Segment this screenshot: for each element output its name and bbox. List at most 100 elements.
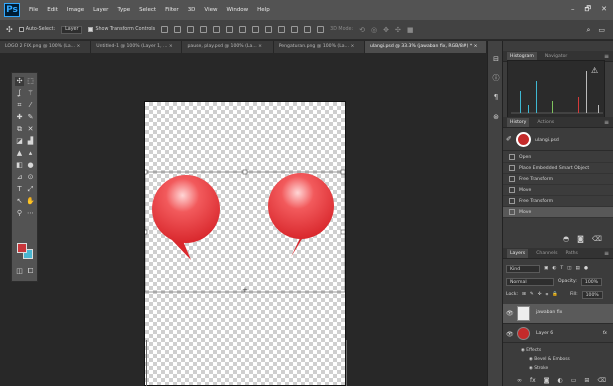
- menu-image[interactable]: Image: [67, 7, 84, 13]
- visibility-eye-icon[interactable]: 👁: [506, 310, 514, 317]
- lasso-tool-icon[interactable]: ʆ: [15, 89, 24, 98]
- effects-group[interactable]: ◉ Effects: [521, 348, 541, 353]
- history-item[interactable]: Free Transform: [503, 196, 613, 207]
- menu-view[interactable]: View: [204, 7, 217, 13]
- adjustment-layer-icon[interactable]: ◐: [558, 377, 563, 384]
- align-center-icon[interactable]: [213, 26, 221, 33]
- hand-tool-icon[interactable]: ✋: [26, 197, 35, 206]
- history-item[interactable]: Place Embedded Smart Object: [503, 163, 613, 174]
- align-left-icon[interactable]: [200, 26, 208, 33]
- filter-smart-icon[interactable]: ▤: [576, 266, 580, 271]
- lock-brush-icon[interactable]: ✎: [530, 292, 534, 297]
- menu-filter[interactable]: Filter: [165, 7, 179, 13]
- gradient-tool-icon[interactable]: ▟: [26, 137, 35, 146]
- layer-6[interactable]: 👁 Layer 6 fx: [503, 325, 613, 343]
- lock-artboard-icon[interactable]: ⌗: [546, 292, 549, 298]
- 3d-slide-icon[interactable]: ✣: [395, 26, 401, 34]
- blend-tool-icon[interactable]: ◧: [15, 161, 24, 170]
- eyedropper-tool-icon[interactable]: ⁄: [26, 101, 35, 110]
- 3d-roll-icon[interactable]: ◎: [371, 26, 377, 34]
- add-mask-icon[interactable]: ◙: [544, 377, 550, 384]
- lock-move-icon[interactable]: ✣: [538, 292, 542, 297]
- tab-logo-2-fix[interactable]: LOGO 2 FIX.png @ 100% (La... ×: [0, 41, 92, 53]
- close-button[interactable]: ✕: [601, 5, 607, 16]
- tab-close-icon[interactable]: ×: [474, 44, 478, 49]
- 3d-scale-icon[interactable]: ■: [407, 26, 414, 34]
- layer-select-dropdown[interactable]: Layer: [61, 25, 83, 34]
- blend-mode-dropdown[interactable]: Normal: [506, 277, 554, 286]
- lock-all-icon[interactable]: 🔒: [552, 292, 558, 297]
- tab-close-icon[interactable]: ×: [77, 44, 81, 49]
- drop-tool-icon[interactable]: ●: [26, 161, 35, 170]
- align-middle-icon[interactable]: [174, 26, 182, 33]
- snapshot-icon[interactable]: ◓: [563, 235, 569, 243]
- menu-file[interactable]: File: [29, 7, 38, 13]
- auto-align-icon[interactable]: [317, 26, 325, 33]
- panel-menu-icon[interactable]: ≡: [604, 250, 609, 257]
- foreground-color-swatch[interactable]: [17, 243, 27, 253]
- magic-wand-tool-icon[interactable]: ⚚: [26, 89, 35, 98]
- crop-tool-icon[interactable]: ⌗: [15, 101, 24, 110]
- fill-input[interactable]: 100%: [581, 290, 603, 299]
- effect-stroke[interactable]: ◉ Stroke: [529, 366, 548, 371]
- link-layers-icon[interactable]: ∞: [517, 377, 522, 384]
- anchor-tool-icon[interactable]: ⊙: [26, 173, 35, 182]
- tab-close-icon[interactable]: ×: [258, 44, 262, 49]
- filter-type-icon[interactable]: T: [560, 266, 563, 271]
- dodge-tool-icon[interactable]: ▴: [26, 149, 35, 158]
- properties-icon[interactable]: ⊟: [491, 55, 501, 65]
- distribute-left-icon[interactable]: [278, 26, 286, 33]
- zoom-tool-icon[interactable]: ⚲: [15, 209, 24, 218]
- delete-layer-icon[interactable]: ⌫: [597, 377, 605, 384]
- tab-ulangi[interactable]: ulangi.psd @ 33.3% (jawaban fix, RGB/8#)…: [364, 41, 487, 53]
- history-item-selected[interactable]: Move: [503, 207, 613, 218]
- distribute-bottom-icon[interactable]: [265, 26, 273, 33]
- menu-3d[interactable]: 3D: [188, 7, 196, 13]
- minimize-button[interactable]: –: [571, 5, 575, 16]
- auto-select-checkbox[interactable]: [18, 27, 24, 32]
- clone-stamp-tool-icon[interactable]: ⧉: [15, 125, 24, 134]
- tab-close-icon[interactable]: ×: [350, 44, 354, 49]
- tab-pengaturan[interactable]: Pengaturan.png @ 100% (La... ×: [273, 41, 365, 53]
- tab-layers[interactable]: Layers: [507, 248, 529, 258]
- info-icon[interactable]: ⓘ: [491, 73, 501, 83]
- search-icon[interactable]: ⌕: [586, 26, 590, 35]
- history-item[interactable]: Open: [503, 152, 613, 163]
- menu-window[interactable]: Window: [226, 7, 248, 13]
- distribute-right-icon[interactable]: [304, 26, 312, 33]
- marquee-tool-icon[interactable]: ⬚: [26, 77, 35, 86]
- type-tool-icon[interactable]: T: [15, 185, 24, 194]
- document-canvas[interactable]: +: [144, 101, 346, 386]
- new-layer-icon[interactable]: ⊞: [584, 377, 589, 384]
- opacity-input[interactable]: 100%: [580, 277, 603, 286]
- tab-close-icon[interactable]: ×: [169, 44, 173, 49]
- menu-layer[interactable]: Layer: [93, 7, 108, 13]
- screen-mode-icon[interactable]: ⧠: [26, 267, 35, 276]
- tab-paths[interactable]: Paths: [565, 251, 578, 256]
- new-group-icon[interactable]: ▭: [571, 377, 577, 384]
- tab-channels[interactable]: Channels: [536, 251, 557, 256]
- effect-eye-icon[interactable]: ◉: [529, 357, 533, 362]
- healing-brush-tool-icon[interactable]: ✚: [15, 113, 24, 122]
- effect-bevel-emboss[interactable]: ◉ Bevel & Emboss: [529, 357, 570, 362]
- paragraph-icon[interactable]: ¶: [491, 93, 501, 103]
- 3d-drag-icon[interactable]: ✥: [383, 26, 389, 34]
- history-brush-tool-icon[interactable]: ✕: [26, 125, 35, 134]
- tab-untitled-1[interactable]: Untitled-1 @ 100% (Layer 1, ... ×: [91, 41, 183, 53]
- pen-tool-icon[interactable]: ⊿: [15, 173, 24, 182]
- lock-transparent-icon[interactable]: ⊞: [522, 292, 526, 297]
- filter-shape-icon[interactable]: ◫: [567, 266, 571, 271]
- menu-type[interactable]: Type: [117, 7, 130, 13]
- trash-icon[interactable]: ⌫: [592, 235, 602, 243]
- distribute-middle-icon[interactable]: [252, 26, 260, 33]
- filter-adjust-icon[interactable]: ◐: [552, 266, 556, 271]
- align-bottom-icon[interactable]: [187, 26, 195, 33]
- tab-pause-play[interactable]: pause, play.psd @ 100% (La... ×: [182, 41, 274, 53]
- camera-icon[interactable]: ◙: [577, 235, 584, 243]
- add-style-icon[interactable]: fx: [530, 377, 536, 384]
- effect-eye-icon[interactable]: ◉: [529, 366, 533, 371]
- filter-pixel-icon[interactable]: ▣: [544, 266, 548, 271]
- direct-select-tool-icon[interactable]: ↖: [15, 197, 24, 206]
- move-tool-icon[interactable]: ✣: [15, 77, 24, 86]
- history-item[interactable]: Move: [503, 185, 613, 196]
